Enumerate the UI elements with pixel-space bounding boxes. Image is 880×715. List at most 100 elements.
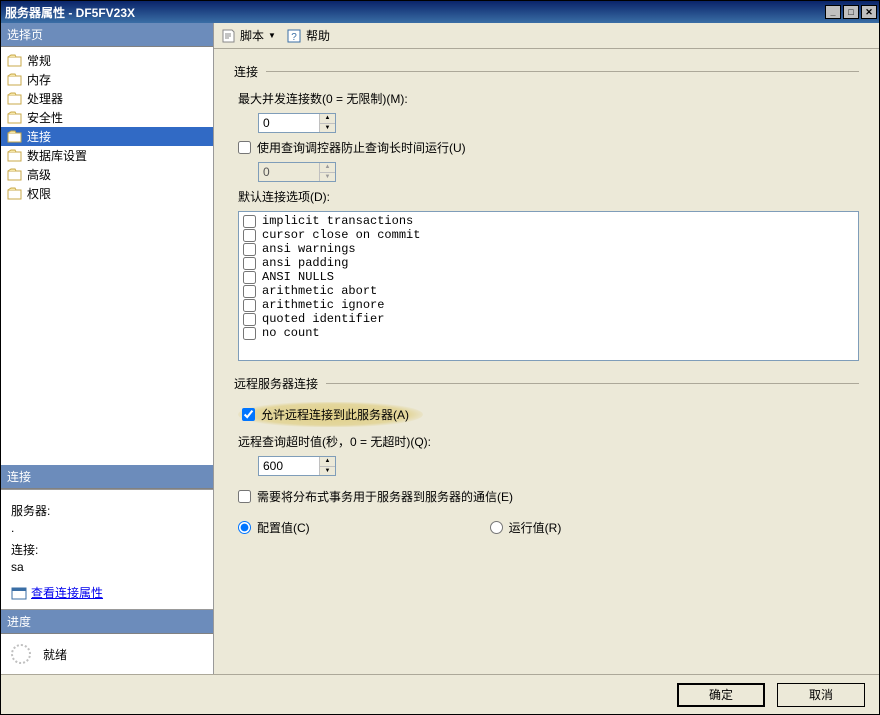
- option-label: cursor close on commit: [262, 228, 420, 242]
- allow-remote-checkbox[interactable]: [242, 408, 255, 421]
- connection-option-item[interactable]: ansi padding: [241, 256, 856, 270]
- option-checkbox[interactable]: [243, 257, 256, 270]
- content-body: 连接 最大并发连接数(0 = 无限制)(M): ▲▼ 使用: [214, 49, 879, 674]
- maximize-button[interactable]: □: [843, 5, 859, 19]
- option-label: ANSI NULLS: [262, 270, 334, 284]
- sidebar-page-item[interactable]: 内存: [1, 70, 213, 89]
- run-value-radio[interactable]: [490, 521, 503, 534]
- conn-label: 连接:: [11, 541, 203, 558]
- spin-up-icon[interactable]: ▲: [320, 457, 335, 467]
- spin-down-icon[interactable]: ▼: [320, 467, 335, 476]
- script-button[interactable]: 脚本 ▼: [220, 27, 276, 44]
- option-checkbox[interactable]: [243, 243, 256, 256]
- progress-status: 就绪: [43, 646, 67, 663]
- page-list-section: 常规内存处理器安全性连接数据库设置高级权限: [1, 47, 213, 207]
- option-checkbox[interactable]: [243, 215, 256, 228]
- remote-connections-group: 远程服务器连接 允许远程连接到此服务器(A) 远程查询超时值(秒，: [234, 375, 859, 536]
- option-label: ansi warnings: [262, 242, 356, 256]
- spin-down-icon[interactable]: ▼: [320, 124, 335, 133]
- max-connections-field[interactable]: [259, 114, 319, 132]
- option-checkbox[interactable]: [243, 271, 256, 284]
- sidebar-page-label: 权限: [27, 185, 51, 202]
- script-label: 脚本: [240, 27, 264, 44]
- spin-down-icon: ▼: [320, 173, 335, 182]
- option-label: no count: [262, 326, 320, 340]
- script-icon: [220, 28, 236, 44]
- option-label: arithmetic ignore: [262, 298, 384, 312]
- config-value-radio-label[interactable]: 配置值(C): [238, 519, 310, 536]
- option-checkbox[interactable]: [243, 229, 256, 242]
- sidebar-page-item[interactable]: 高级: [1, 165, 213, 184]
- help-icon: ?: [286, 28, 302, 44]
- default-options-listbox[interactable]: implicit transactionscursor close on com…: [238, 211, 859, 361]
- remote-timeout-field[interactable]: [259, 457, 319, 475]
- page-icon: [7, 73, 23, 87]
- help-label: 帮助: [306, 27, 330, 44]
- option-checkbox[interactable]: [243, 327, 256, 340]
- server-label: 服务器:: [11, 502, 203, 519]
- connection-option-item[interactable]: ANSI NULLS: [241, 270, 856, 284]
- option-checkbox[interactable]: [243, 313, 256, 326]
- connections-group: 连接 最大并发连接数(0 = 无限制)(M): ▲▼ 使用: [234, 63, 859, 361]
- window-buttons: _ □ ✕: [825, 5, 877, 19]
- close-button[interactable]: ✕: [861, 5, 877, 19]
- distributed-tx-checkbox[interactable]: [238, 490, 251, 503]
- default-options-label: 默认连接选项(D):: [238, 188, 859, 205]
- sidebar-page-label: 数据库设置: [27, 147, 87, 164]
- max-connections-input[interactable]: ▲▼: [258, 113, 336, 133]
- server-properties-window: 服务器属性 - DF5FV23X _ □ ✕ 选择页 常规内存处理器安全性连接数…: [0, 0, 880, 715]
- connection-option-item[interactable]: no count: [241, 326, 856, 340]
- option-label: implicit transactions: [262, 214, 413, 228]
- connection-option-item[interactable]: arithmetic ignore: [241, 298, 856, 312]
- spin-up-icon[interactable]: ▲: [320, 114, 335, 124]
- sidebar-page-item[interactable]: 权限: [1, 184, 213, 203]
- option-checkbox[interactable]: [243, 299, 256, 312]
- sidebar-page-label: 处理器: [27, 90, 63, 107]
- option-checkbox[interactable]: [243, 285, 256, 298]
- connection-option-item[interactable]: implicit transactions: [241, 214, 856, 228]
- use-governor-checkbox[interactable]: [238, 141, 251, 154]
- option-label: quoted identifier: [262, 312, 384, 326]
- connection-option-item[interactable]: quoted identifier: [241, 312, 856, 326]
- dropdown-arrow-icon: ▼: [268, 31, 276, 40]
- option-label: arithmetic abort: [262, 284, 377, 298]
- sidebar-page-label: 常规: [27, 52, 51, 69]
- page-icon: [7, 187, 23, 201]
- sidebar-page-item[interactable]: 连接: [1, 127, 213, 146]
- sidebar-page-item[interactable]: 常规: [1, 51, 213, 70]
- minimize-button[interactable]: _: [825, 5, 841, 19]
- properties-icon: [11, 585, 27, 601]
- cancel-button[interactable]: 取消: [777, 683, 865, 707]
- spin-up-icon: ▲: [320, 163, 335, 173]
- remote-timeout-label: 远程查询超时值(秒，0 = 无超时)(Q):: [238, 433, 859, 450]
- titlebar: 服务器属性 - DF5FV23X _ □ ✕: [1, 1, 879, 23]
- allow-remote-label[interactable]: 允许远程连接到此服务器(A): [261, 406, 409, 423]
- connection-option-item[interactable]: cursor close on commit: [241, 228, 856, 242]
- remote-timeout-input[interactable]: ▲▼: [258, 456, 336, 476]
- distributed-tx-label[interactable]: 需要将分布式事务用于服务器到服务器的通信(E): [257, 488, 513, 505]
- content-pane: 脚本 ▼ ? 帮助 连接: [214, 23, 879, 674]
- connections-group-title: 连接: [234, 63, 258, 80]
- use-governor-label[interactable]: 使用查询调控器防止查询长时间运行(U): [257, 139, 466, 156]
- connection-option-item[interactable]: ansi warnings: [241, 242, 856, 256]
- page-icon: [7, 168, 23, 182]
- allow-remote-highlight: 允许远程连接到此服务器(A): [238, 402, 423, 427]
- toolbar: 脚本 ▼ ? 帮助: [214, 23, 879, 49]
- window-title: 服务器属性 - DF5FV23X: [5, 4, 825, 21]
- sidebar-page-item[interactable]: 处理器: [1, 89, 213, 108]
- ok-button[interactable]: 确定: [677, 683, 765, 707]
- help-button[interactable]: ? 帮助: [286, 27, 330, 44]
- connection-option-item[interactable]: arithmetic abort: [241, 284, 856, 298]
- run-value-radio-label[interactable]: 运行值(R): [490, 519, 562, 536]
- sidebar-page-item[interactable]: 数据库设置: [1, 146, 213, 165]
- view-connection-properties-link[interactable]: 查看连接属性: [31, 584, 103, 601]
- config-value-radio[interactable]: [238, 521, 251, 534]
- sidebar-page-item[interactable]: 安全性: [1, 108, 213, 127]
- governor-value-field: [259, 163, 319, 181]
- progress-header: 进度: [1, 610, 213, 634]
- remote-group-title: 远程服务器连接: [234, 375, 318, 392]
- window-body: 选择页 常规内存处理器安全性连接数据库设置高级权限 连接 服务器: . 连接: …: [1, 23, 879, 714]
- option-label: ansi padding: [262, 256, 348, 270]
- progress-section: 进度 就绪: [1, 609, 213, 674]
- page-icon: [7, 149, 23, 163]
